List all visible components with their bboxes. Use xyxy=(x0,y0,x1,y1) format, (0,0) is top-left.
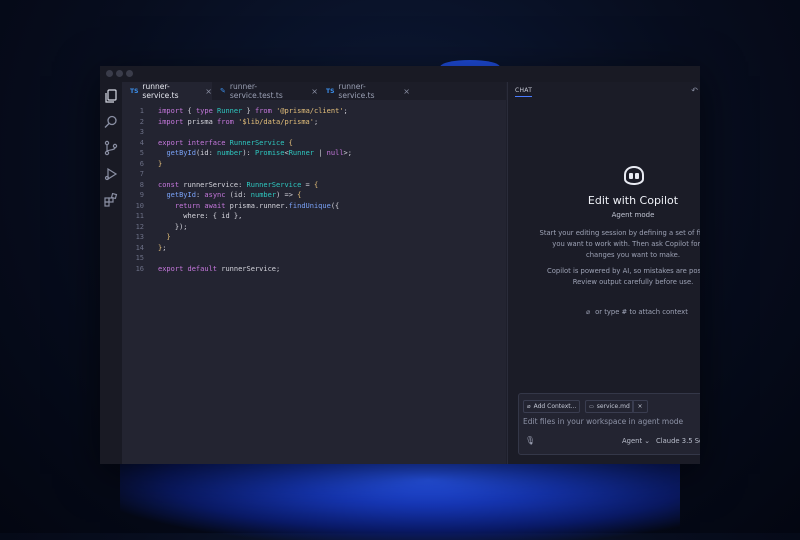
close-icon[interactable]: × xyxy=(205,87,212,96)
code-text: } xyxy=(166,233,171,241)
window-minimize-dot[interactable] xyxy=(116,70,123,77)
code-editor: TS runner-service.ts × ✎ runner-service.… xyxy=(122,82,506,464)
vscode-window: TS runner-service.ts × ✎ runner-service.… xyxy=(100,66,700,464)
copilot-icon xyxy=(622,164,646,186)
close-icon[interactable]: × xyxy=(311,87,318,96)
line-number: 9 xyxy=(139,191,144,199)
chat-input-box[interactable]: ⌀ Add Context... ▭ service.md × Edit files… xyxy=(518,393,700,455)
code-line: 15 xyxy=(122,253,506,264)
tab-label: runner-service.test.ts xyxy=(229,82,283,100)
line-number: 2 xyxy=(139,117,144,126)
code-line: 6} xyxy=(122,159,506,170)
code-line: 14}; xyxy=(122,243,506,254)
code-line: 8 const runnerService: RunnerService = { xyxy=(122,180,506,191)
code-line: 5 getById(id: number): Promise<Runner | … xyxy=(122,148,506,159)
chat-title: Edit with Copilot xyxy=(587,194,679,207)
tab-label: runner-service.ts xyxy=(338,82,375,100)
code-line: 11 where: { id }, xyxy=(122,211,506,222)
search-icon[interactable] xyxy=(103,114,119,130)
window-close-dot[interactable] xyxy=(106,70,113,77)
model-selector[interactable]: Claude 3.5 Sonnet xyxy=(656,437,700,445)
code-text: getById: async (id: number) => { xyxy=(166,191,302,199)
chevron-down-icon: ⌄ xyxy=(644,437,650,445)
run-debug-icon[interactable] xyxy=(103,166,119,182)
code-line: 2 import prisma from '$lib/data/prisma'; xyxy=(122,117,506,128)
chat-subtitle: Agent mode xyxy=(611,211,655,219)
code-text: return await prisma.runner.findUnique({ xyxy=(174,201,340,210)
tab-runner-service-2[interactable]: TS runner-service.ts × xyxy=(320,82,410,100)
code-text: export default runnerService; xyxy=(158,264,281,273)
code-text: where: { id }, xyxy=(183,212,243,220)
code-text: import prisma from '$lib/data/prisma'; xyxy=(158,117,319,126)
line-number: 11 xyxy=(135,212,144,220)
activity-bar xyxy=(100,82,122,464)
tab-label: runner-service.ts xyxy=(142,82,179,100)
code-line: 1 import { type Runner } from '@prisma/cl… xyxy=(122,106,506,117)
line-number: 3 xyxy=(139,128,144,136)
line-number: 7 xyxy=(139,170,144,178)
tab-runner-service-test[interactable]: ✎ runner-service.test.ts × xyxy=(214,82,318,100)
chat-disclaimer: Copilot is powered by AI, so mistakes ar… xyxy=(546,267,700,286)
code-text: import { type Runner } from '@prisma/cli… xyxy=(158,107,348,115)
typescript-icon: TS xyxy=(326,87,335,95)
line-number: 6 xyxy=(139,159,144,168)
explorer-icon[interactable] xyxy=(103,88,119,104)
code-line: 12 }); xyxy=(122,222,506,233)
chat-description: Start your editing session by defining a… xyxy=(539,229,700,259)
close-icon[interactable]: × xyxy=(403,87,410,96)
code-text: getById(id: number): Promise<Runner | nu… xyxy=(166,149,352,157)
typescript-icon: TS xyxy=(130,87,139,95)
code-line: 10 return await prisma.runner.findUnique… xyxy=(122,201,506,212)
line-number: 10 xyxy=(135,201,144,210)
test-file-icon: ✎ xyxy=(220,87,226,95)
chat-tab[interactable]: CHAT xyxy=(515,87,533,97)
line-number: 8 xyxy=(139,180,144,189)
tab-runner-service[interactable]: TS runner-service.ts × xyxy=(122,82,212,100)
chat-panel: CHAT ↶ Edit with Copilot Agent mode Star… xyxy=(507,82,700,464)
extensions-icon[interactable] xyxy=(103,192,119,208)
mode-selector[interactable]: Agent ⌄ xyxy=(622,437,650,445)
attach-hint: ⌀ or type # to attach context xyxy=(586,308,688,316)
microphone-icon[interactable]: 🎙 xyxy=(525,436,535,445)
editor-tabs: TS runner-service.ts × ✎ runner-service.… xyxy=(122,82,506,100)
title-bar xyxy=(100,66,700,82)
paperclip-icon: ⌀ xyxy=(586,308,591,316)
undo-icon[interactable]: ↶ xyxy=(691,86,698,95)
file-icon: ▭ xyxy=(589,403,594,410)
code-text: }; xyxy=(158,243,167,252)
code-line: 7 xyxy=(122,169,506,180)
add-context-button[interactable]: ⌀ Add Context... xyxy=(523,400,581,413)
line-number: 12 xyxy=(135,222,144,231)
code-line: 3 xyxy=(122,127,506,138)
line-number: 4 xyxy=(139,138,144,147)
line-number: 5 xyxy=(139,149,144,157)
code-text: const runnerService: RunnerService = { xyxy=(158,180,319,189)
code-line: 16 export default runnerService; xyxy=(122,264,506,275)
line-number: 14 xyxy=(135,243,144,252)
code-text: }); xyxy=(174,222,188,231)
code-line: 4 export interface RunnerService { xyxy=(122,138,506,149)
line-number: 1 xyxy=(139,107,144,115)
source-control-icon[interactable] xyxy=(103,140,119,156)
line-number: 13 xyxy=(135,233,144,241)
line-number: 16 xyxy=(135,264,144,273)
window-maximize-dot[interactable] xyxy=(126,70,133,77)
code-area[interactable]: 1 import { type Runner } from '@prisma/cl… xyxy=(122,106,506,274)
code-text: export interface RunnerService { xyxy=(158,138,293,147)
line-number: 15 xyxy=(135,254,144,262)
remove-file-button[interactable]: × xyxy=(632,400,648,413)
file-chip[interactable]: ▭ service.md xyxy=(585,400,634,413)
code-line: 13 } xyxy=(122,232,506,243)
code-text: } xyxy=(158,159,163,168)
code-line: 9 getById: async (id: number) => { xyxy=(122,190,506,201)
chat-input-placeholder[interactable]: Edit files in your workspace in agent mo… xyxy=(523,417,683,426)
paperclip-icon: ⌀ xyxy=(527,403,531,410)
